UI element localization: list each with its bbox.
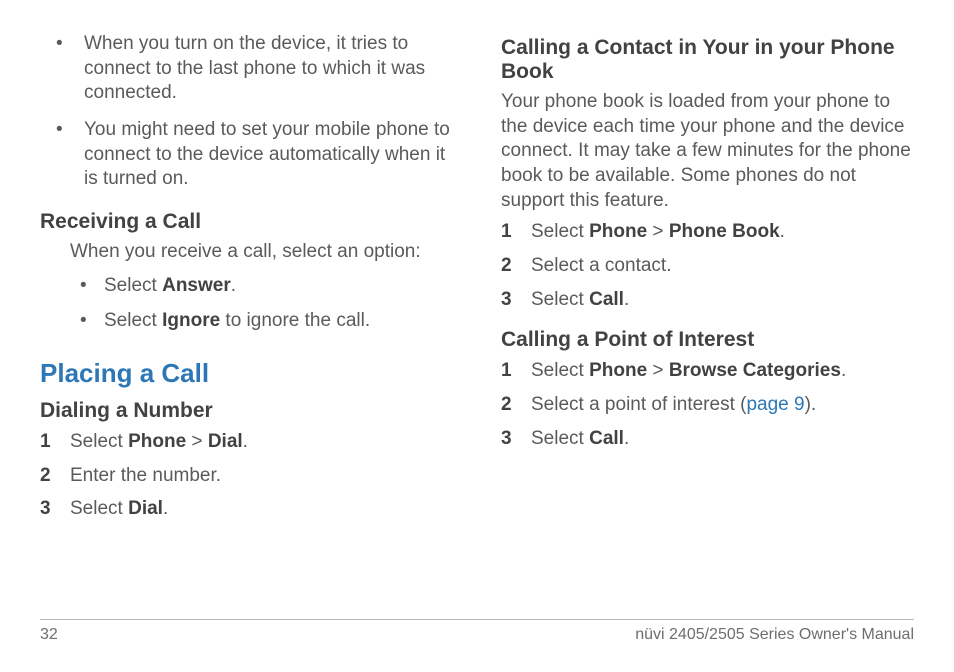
bold-answer: Answer [162,275,231,296]
text: Select [531,289,589,310]
text: Select a point of interest ( [531,394,746,415]
bullet-item: When you turn on the device, it tries to… [40,32,453,106]
step-2: Enter the number. [40,463,453,489]
text: > [647,221,669,242]
receiving-options: Select Answer. Select Ignore to ignore t… [70,273,453,334]
text: ). [805,394,817,415]
heading-placing-call: Placing a Call [40,358,453,389]
text: . [231,275,236,296]
step-1: Select Phone > Phone Book. [501,219,914,245]
text: Select [531,221,589,242]
text: > [186,431,208,452]
heading-calling-poi: Calling a Point of Interest [501,328,914,352]
text: Select [104,310,162,331]
text: to ignore the call. [220,310,370,331]
bold-call: Call [589,289,624,310]
bold-phone: Phone [128,431,186,452]
text: Select [531,360,589,381]
step-3: Select Dial. [40,496,453,522]
text: . [780,221,785,242]
step-1: Select Phone > Browse Categories. [501,358,914,384]
text: > [647,360,669,381]
bold-phone-book: Phone Book [669,221,780,242]
bold-phone: Phone [589,360,647,381]
bold-ignore: Ignore [162,310,220,331]
text: Select [70,498,128,519]
bold-browse-categories: Browse Categories [669,360,841,381]
heading-receiving-call: Receiving a Call [40,210,453,234]
bold-call: Call [589,428,624,449]
heading-calling-contact: Calling a Contact in Your in your Phone … [501,36,914,84]
phonebook-steps: Select Phone > Phone Book. Select a cont… [501,219,914,312]
page-body: When you turn on the device, it tries to… [40,32,914,602]
step-3: Select Call. [501,426,914,452]
text: . [841,360,846,381]
heading-dialing-number: Dialing a Number [40,399,453,423]
top-bullets: When you turn on the device, it tries to… [40,32,453,192]
option-answer: Select Answer. [70,273,453,299]
right-column: Calling a Contact in Your in your Phone … [501,32,914,602]
text: Select [531,428,589,449]
text: . [624,428,629,449]
step-2: Select a contact. [501,253,914,279]
text: Select [70,431,128,452]
manual-title: nüvi 2405/2505 Series Owner's Manual [635,626,914,644]
bullet-item: You might need to set your mobile phone … [40,118,453,192]
step-3: Select Call. [501,287,914,313]
poi-steps: Select Phone > Browse Categories. Select… [501,358,914,451]
dialing-steps: Select Phone > Dial. Enter the number. S… [40,429,453,522]
receiving-intro: When you receive a call, select an optio… [70,240,453,265]
page-footer: 32 nüvi 2405/2505 Series Owner's Manual [40,619,914,644]
text: . [163,498,168,519]
page-number: 32 [40,626,58,644]
bold-dial: Dial [128,498,163,519]
text: . [243,431,248,452]
step-2: Select a point of interest (page 9). [501,392,914,418]
left-column: When you turn on the device, it tries to… [40,32,453,602]
text: . [624,289,629,310]
option-ignore: Select Ignore to ignore the call. [70,308,453,334]
link-page-9[interactable]: page 9 [746,394,804,415]
step-1: Select Phone > Dial. [40,429,453,455]
bold-phone: Phone [589,221,647,242]
text: Select [104,275,162,296]
bold-dial: Dial [208,431,243,452]
phonebook-intro: Your phone book is loaded from your phon… [501,90,914,213]
